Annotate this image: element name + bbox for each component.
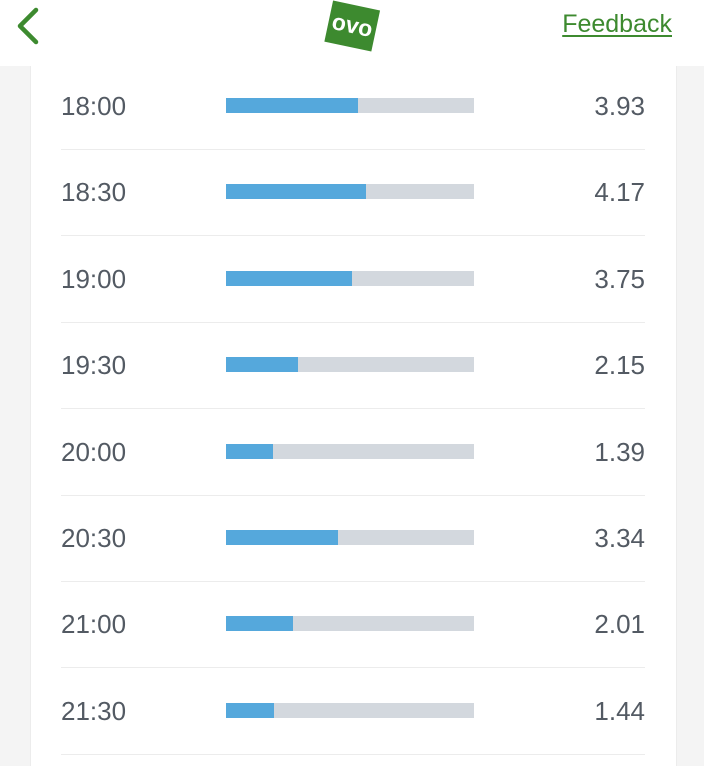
usage-bar-track: [226, 357, 474, 373]
app-header: ovo Feedback: [0, 0, 704, 66]
usage-row: 20:00 1.39: [61, 409, 645, 496]
row-value: 3.93: [594, 91, 645, 121]
ovo-logo: ovo: [322, 0, 382, 54]
usage-bar-fill: [226, 616, 294, 632]
row-value: 1.44: [594, 695, 645, 726]
row-value: 1.39: [594, 436, 645, 467]
row-time: 18:30: [61, 177, 127, 208]
usage-bar-fill: [226, 184, 366, 200]
row-time: 18:00: [61, 91, 127, 121]
feedback-link[interactable]: Feedback: [562, 10, 672, 39]
row-time: 19:30: [61, 350, 127, 381]
row-value: 2.15: [594, 350, 645, 381]
row-time: 20:30: [61, 523, 127, 553]
row-value: 2.01: [594, 609, 645, 640]
usage-bar-track: [226, 530, 474, 545]
usage-bar-fill: [226, 98, 358, 113]
row-value: 3.75: [594, 263, 645, 294]
row-value: 4.17: [594, 177, 645, 208]
usage-row: 18:30 4.17: [61, 149, 645, 237]
row-time: 21:00: [61, 609, 127, 640]
usage-bar-fill: [226, 443, 273, 459]
row-value: 3.34: [594, 523, 645, 553]
row-time: 21:30: [61, 695, 127, 726]
usage-bar-track: [226, 443, 474, 459]
usage-bar-track: [226, 98, 474, 113]
usage-bar-track: [226, 184, 474, 200]
usage-bar-fill: [226, 702, 275, 718]
usage-bar-track: [226, 702, 474, 718]
usage-row: 19:00 3.75: [61, 236, 645, 323]
usage-row: 19:30 2.15: [61, 322, 645, 410]
usage-bar-track: [226, 616, 474, 632]
usage-bar-fill: [226, 357, 299, 373]
usage-row: 21:00 2.01: [61, 581, 645, 669]
usage-row: 21:30 1.44: [61, 668, 645, 755]
usage-bar-fill: [226, 530, 338, 545]
back-button[interactable]: [10, 4, 50, 48]
usage-row: 20:30 3.34: [61, 495, 645, 582]
usage-bar-fill: [226, 270, 352, 286]
usage-row: 18:00 3.93: [61, 63, 645, 150]
row-time: 19:00: [61, 263, 127, 294]
row-time: 20:00: [61, 436, 127, 467]
usage-bar-track: [226, 270, 474, 286]
chevron-left-icon: [17, 7, 39, 45]
usage-card: 18:00 3.93 18:30 4.17 19:00 3.75 19:30 2.15 20:0…: [30, 66, 677, 766]
